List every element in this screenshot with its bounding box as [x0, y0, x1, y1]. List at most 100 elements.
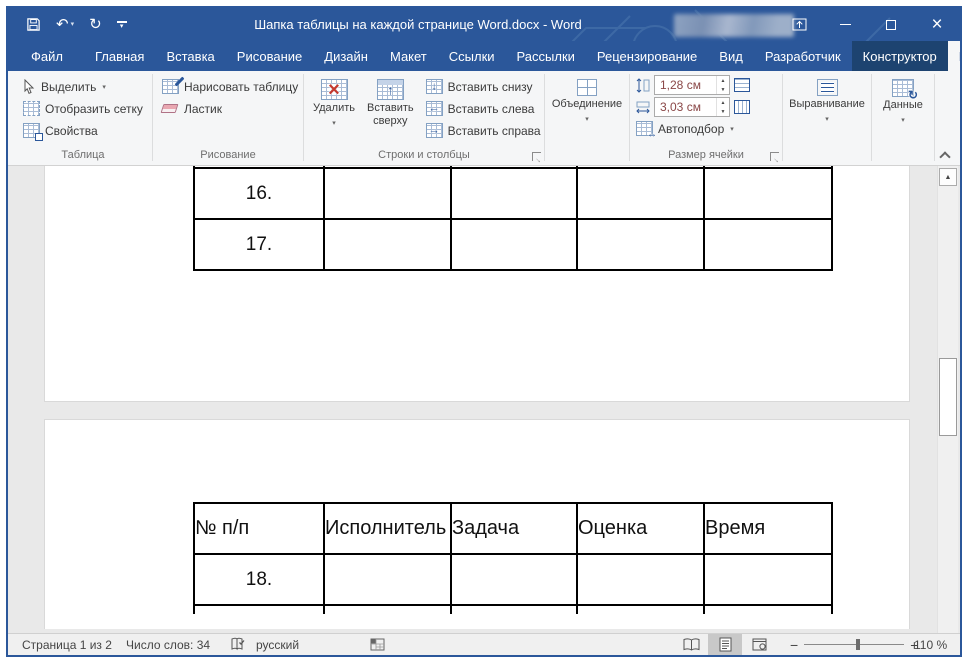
tab-layout[interactable]: Макет — [379, 41, 438, 71]
table-cell[interactable] — [451, 554, 577, 605]
data-button[interactable]: ↻ Данные ▾ — [880, 76, 926, 147]
proofing-icon[interactable] — [230, 634, 246, 655]
tab-insert[interactable]: Вставка — [155, 41, 225, 71]
table-cell[interactable] — [577, 219, 704, 270]
table-cell-number[interactable]: 18. — [194, 554, 324, 605]
autofit-button[interactable]: ↔ Автоподбор▾ — [636, 118, 776, 139]
tab-view[interactable]: Вид — [708, 41, 754, 71]
table-properties-button[interactable]: Свойства — [20, 120, 146, 141]
row-height-value[interactable]: 1,28 см — [655, 76, 716, 94]
tab-references[interactable]: Ссылки — [438, 41, 506, 71]
web-layout-icon[interactable] — [742, 634, 776, 655]
maximize-button[interactable] — [868, 8, 914, 41]
table-cell[interactable] — [324, 168, 451, 219]
delete-button[interactable]: × Удалить ▾ — [310, 76, 358, 147]
select-button[interactable]: Выделить▾ — [20, 76, 146, 97]
tab-draw[interactable]: Рисование — [226, 41, 313, 71]
print-layout-icon[interactable] — [708, 634, 742, 655]
table-cell[interactable] — [704, 554, 832, 605]
rows-cols-dialog-launcher-icon[interactable] — [532, 152, 541, 161]
column-width-spin-arrows[interactable]: ▲▼ — [716, 98, 729, 116]
table-cell[interactable] — [577, 605, 704, 614]
language-indicator[interactable]: русский — [256, 634, 299, 655]
tab-table-layout-active[interactable]: Макет — [948, 41, 962, 71]
read-mode-icon[interactable] — [674, 634, 708, 655]
tab-table-design[interactable]: Конструктор — [852, 41, 948, 71]
zoom-out-icon[interactable]: − — [784, 637, 804, 653]
save-icon[interactable] — [26, 17, 41, 32]
column-width-value[interactable]: 3,03 см — [655, 98, 716, 116]
table-row: 16. — [194, 168, 832, 219]
eraser-button[interactable]: Ластик — [159, 98, 301, 119]
delete-table-icon: × — [321, 79, 348, 100]
table-cell-number[interactable]: 17. — [194, 219, 324, 270]
insert-left-button[interactable]: ← Вставить слева — [423, 98, 544, 119]
table-cell[interactable] — [704, 219, 832, 270]
draw-table-button[interactable]: Нарисовать таблицу — [159, 76, 301, 97]
undo-icon[interactable]: ↶▾ — [56, 17, 74, 32]
word-count[interactable]: Число слов: 34 — [126, 634, 210, 655]
table-header-cell[interactable]: Исполнитель — [324, 503, 451, 554]
table-header-row: № п/п Исполнитель Задача Оценка Время — [194, 503, 832, 554]
tab-home[interactable]: Главная — [84, 41, 155, 71]
table-cell[interactable] — [704, 168, 832, 219]
tab-review[interactable]: Рецензирование — [586, 41, 708, 71]
close-button[interactable]: × — [914, 8, 960, 41]
table-cell[interactable] — [194, 605, 324, 614]
tab-file[interactable]: Файл — [20, 41, 74, 71]
scrollbar-up-arrow-icon[interactable]: ▲ — [939, 168, 957, 186]
table-header-cell[interactable]: Время — [704, 503, 832, 554]
macro-record-icon[interactable] — [370, 634, 385, 655]
vertical-scrollbar[interactable]: ▲ — [937, 166, 958, 633]
page-indicator[interactable]: Страница 1 из 2 — [22, 634, 112, 655]
ribbon-display-options-icon[interactable] — [776, 8, 822, 41]
merge-button[interactable]: Объединение ▾ — [549, 76, 625, 147]
table-cell[interactable] — [451, 219, 577, 270]
view-gridlines-button[interactable]: Отобразить сетку — [20, 98, 146, 119]
insert-below-button[interactable]: ↓ Вставить снизу — [423, 76, 544, 97]
customize-qat-icon[interactable]: ▾ — [117, 21, 127, 29]
tab-design[interactable]: Дизайн — [313, 41, 379, 71]
distribute-rows-icon[interactable] — [734, 78, 750, 92]
table-cell[interactable] — [324, 554, 451, 605]
zoom-slider-thumb[interactable] — [856, 639, 860, 650]
table-cell-number[interactable]: 16. — [194, 168, 324, 219]
table-header-cell[interactable]: № п/п — [194, 503, 324, 554]
zoom-percentage[interactable]: 110 % — [914, 634, 947, 655]
table-header-cell[interactable]: Задача — [451, 503, 577, 554]
table-cell[interactable] — [704, 605, 832, 614]
zoom-control: − + — [784, 634, 924, 655]
table-page1: 16. 17. — [193, 166, 833, 271]
row-height-spin-arrows[interactable]: ▲▼ — [716, 76, 729, 94]
table-cell[interactable] — [324, 219, 451, 270]
distribute-columns-icon[interactable] — [734, 100, 750, 114]
table-header-cell[interactable]: Оценка — [577, 503, 704, 554]
collapse-ribbon-icon[interactable] — [940, 151, 948, 159]
insert-right-button[interactable]: → Вставить справа — [423, 120, 544, 141]
group-rows-cols: × Удалить ▾ ↑ Вставить сверху ↓ Вставить… — [304, 71, 544, 165]
table-cell[interactable] — [451, 605, 577, 614]
insert-above-button[interactable]: ↑ Вставить сверху — [364, 76, 417, 147]
alignment-button[interactable]: Выравнивание ▾ — [786, 76, 868, 147]
scrollbar-thumb[interactable] — [939, 358, 957, 436]
table-cell[interactable] — [451, 168, 577, 219]
tab-developer[interactable]: Разработчик — [754, 41, 852, 71]
ribbon-tab-row: Файл Главная Вставка Рисование Дизайн Ма… — [8, 41, 960, 71]
table-cell[interactable] — [577, 168, 704, 219]
redo-icon[interactable]: ↻ — [89, 17, 102, 32]
minimize-button[interactable] — [822, 8, 868, 41]
alignment-icon — [817, 79, 838, 96]
table-cell[interactable] — [324, 605, 451, 614]
zoom-slider[interactable] — [804, 634, 904, 655]
undo-caret-icon[interactable]: ▾ — [71, 21, 75, 28]
group-data: ↻ Данные ▾ — [872, 71, 934, 165]
draw-table-icon — [162, 79, 179, 94]
group-table: Выделить▾ Отобразить сетку Свойства Табл… — [14, 71, 152, 165]
column-width-spinner[interactable]: 3,03 см ▲▼ — [654, 97, 730, 117]
row-height-icon — [636, 78, 650, 93]
cell-size-dialog-launcher-icon[interactable] — [770, 152, 779, 161]
tab-mailings[interactable]: Рассылки — [506, 41, 586, 71]
column-width-icon — [636, 100, 650, 115]
table-cell[interactable] — [577, 554, 704, 605]
row-height-spinner[interactable]: 1,28 см ▲▼ — [654, 75, 730, 95]
